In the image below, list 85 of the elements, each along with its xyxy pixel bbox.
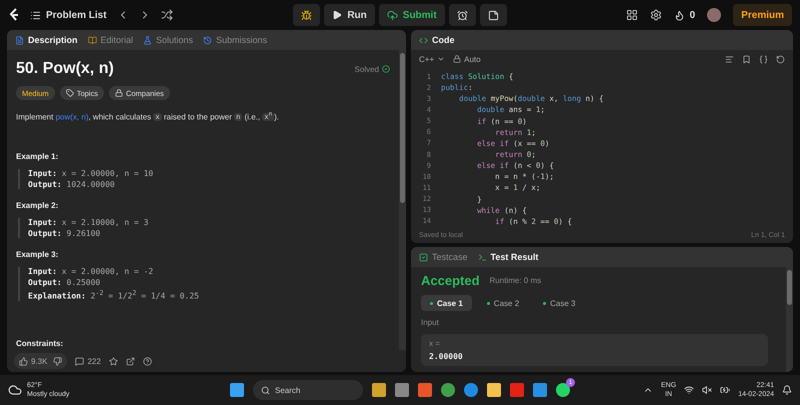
verdict: Accepted bbox=[421, 273, 480, 288]
checkbox-icon bbox=[419, 252, 428, 262]
tab[interactable]: Testcase bbox=[419, 252, 468, 262]
problem-title: 50. Pow(x, n) bbox=[16, 60, 114, 78]
flame-icon bbox=[674, 10, 685, 20]
note-icon bbox=[488, 10, 499, 20]
example-line: Input: x = 2.10000, n = 3 bbox=[28, 218, 150, 228]
example-title: Example 2: bbox=[16, 201, 60, 210]
pow-link[interactable]: pow(x, n) bbox=[56, 112, 88, 122]
example-line: Output: 1024.00000 bbox=[28, 180, 116, 190]
param-value: 2.00000 bbox=[429, 352, 464, 361]
book-icon bbox=[88, 36, 97, 44]
battery-icon[interactable] bbox=[720, 385, 730, 395]
run-button[interactable]: Run bbox=[324, 4, 375, 26]
bug-icon bbox=[301, 10, 312, 20]
bell-icon[interactable] bbox=[782, 385, 792, 395]
constraints-title: Constraints: bbox=[16, 339, 64, 350]
like-button[interactable]: 9.3K bbox=[19, 356, 48, 366]
alarm-clock-icon bbox=[456, 10, 468, 20]
problem-list-button[interactable]: Problem List bbox=[30, 10, 107, 20]
play-icon bbox=[332, 10, 342, 20]
debug-button[interactable] bbox=[293, 4, 320, 26]
runtime: Runtime: 0 ms bbox=[490, 276, 542, 285]
notes-button[interactable] bbox=[480, 4, 507, 26]
submit-button[interactable]: Submit bbox=[378, 4, 445, 26]
wifi-icon[interactable] bbox=[684, 385, 694, 395]
solved-status: Solved bbox=[354, 64, 390, 74]
code-tab[interactable]: Code bbox=[419, 35, 454, 45]
example-line: Output: 9.26100 bbox=[28, 229, 102, 238]
chevron-down-icon bbox=[437, 55, 446, 63]
format-icon[interactable] bbox=[725, 54, 734, 64]
reset-icon[interactable] bbox=[776, 54, 785, 64]
thumbs-down-icon bbox=[53, 356, 62, 366]
example-line: Input: x = 2.00000, n = -2 bbox=[28, 267, 154, 276]
case-tab[interactable]: Case 3 bbox=[534, 295, 585, 311]
tab[interactable]: Test Result bbox=[478, 252, 538, 262]
comment-icon bbox=[75, 356, 84, 366]
example-title: Example 1: bbox=[16, 152, 60, 162]
scrollbar[interactable] bbox=[786, 267, 793, 372]
example-line: Output: 0.25000 bbox=[28, 278, 102, 288]
search-icon bbox=[261, 386, 270, 394]
tab[interactable]: Submissions bbox=[203, 35, 268, 45]
example-line: Explanation: 2$^{-2}$ = 1/2$^{2}$ = 1/4 = 0.25 bbox=[28, 289, 200, 301]
document-icon bbox=[15, 36, 24, 44]
bookmark-icon[interactable] bbox=[742, 54, 751, 64]
dislike-button[interactable] bbox=[53, 356, 62, 366]
case-tab[interactable]: Case 2 bbox=[478, 295, 528, 311]
weather-icon bbox=[8, 383, 22, 397]
timer-button[interactable] bbox=[448, 4, 476, 26]
scrollbar[interactable] bbox=[399, 50, 406, 350]
settings-icon[interactable] bbox=[650, 9, 662, 21]
tab[interactable]: Solutions bbox=[143, 35, 194, 45]
premium-button[interactable]: Premium bbox=[733, 4, 792, 26]
flask-icon bbox=[143, 36, 152, 44]
tab[interactable]: Editorial bbox=[88, 35, 134, 45]
streak-counter[interactable]: 0 bbox=[674, 10, 696, 20]
list-icon bbox=[30, 10, 41, 20]
auto-mode[interactable]: Auto bbox=[453, 54, 481, 64]
code-icon bbox=[419, 36, 428, 44]
example-line: Input: x = 2.00000, n = 10 bbox=[28, 169, 154, 178]
avatar[interactable] bbox=[707, 8, 722, 22]
mute-icon[interactable] bbox=[702, 385, 712, 395]
braces-icon[interactable] bbox=[759, 54, 768, 64]
example-title: Example 3: bbox=[16, 250, 60, 260]
cloud-upload-icon bbox=[386, 10, 398, 20]
check-circle-icon bbox=[382, 65, 390, 73]
tag-icon bbox=[66, 89, 74, 97]
lock-icon bbox=[114, 89, 123, 97]
star-icon[interactable] bbox=[108, 356, 118, 366]
grid-icon[interactable] bbox=[626, 9, 638, 21]
share-icon[interactable] bbox=[126, 356, 135, 366]
lock-icon bbox=[453, 55, 462, 63]
comments-button[interactable]: 222 bbox=[75, 356, 101, 366]
input-label: Input bbox=[421, 318, 440, 327]
language-select[interactable]: C++ bbox=[419, 54, 446, 64]
shuffle-icon[interactable] bbox=[160, 9, 173, 21]
search-field[interactable]: Search bbox=[253, 380, 363, 400]
logo-icon[interactable] bbox=[8, 8, 20, 22]
help-icon[interactable] bbox=[142, 356, 152, 366]
tab[interactable]: Description bbox=[15, 35, 78, 45]
case-tab[interactable]: Case 1 bbox=[421, 295, 472, 311]
terminal-icon bbox=[478, 252, 487, 262]
param-name: x = bbox=[429, 339, 441, 348]
history-icon bbox=[203, 36, 212, 44]
thumbs-up-icon bbox=[19, 356, 28, 366]
